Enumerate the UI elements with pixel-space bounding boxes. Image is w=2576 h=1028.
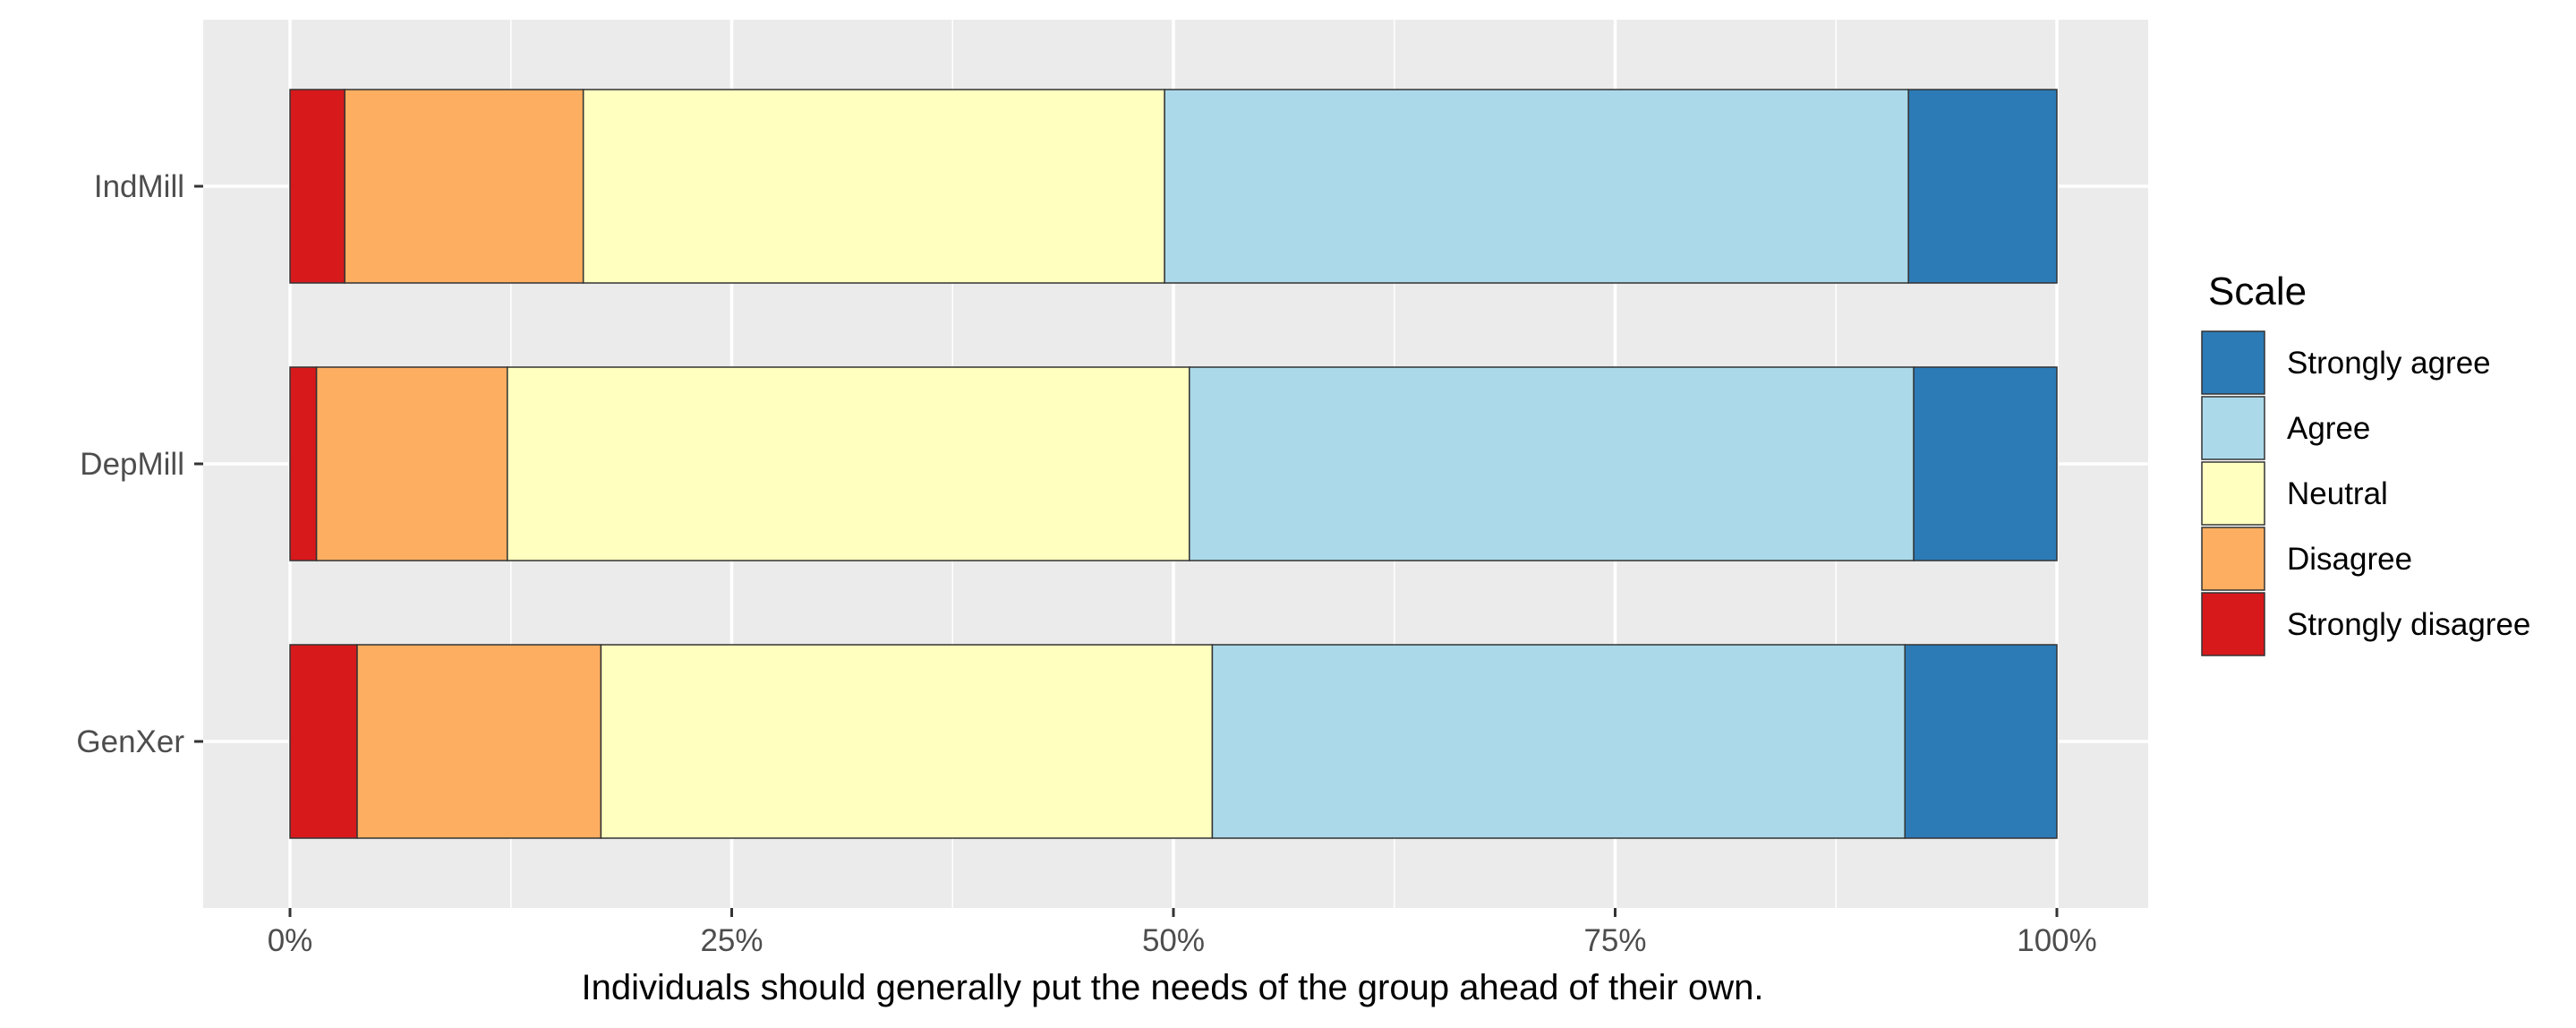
legend-key-strongly-disagree	[2201, 592, 2265, 656]
legend-label-disagree: Disagree	[2287, 542, 2412, 577]
legend-title: Scale	[2208, 270, 2307, 313]
bar-indmill-strongly-disagree	[289, 89, 345, 284]
y-tick-label: GenXer	[76, 724, 184, 759]
x-axis-title: Individuals should generally put the nee…	[582, 968, 1764, 1007]
bar-indmill-neutral	[582, 89, 1165, 284]
bar-genxer-neutral	[600, 644, 1214, 839]
legend-key-agree	[2201, 396, 2265, 460]
y-tick-label: DepMill	[80, 447, 184, 482]
bar-indmill-agree	[1164, 89, 1909, 284]
bar-genxer-disagree	[356, 644, 602, 839]
bar-genxer-strongly-disagree	[289, 644, 358, 839]
y-tick-label: IndMill	[94, 169, 184, 204]
legend-label-agree: Agree	[2287, 411, 2370, 446]
bar-indmill-disagree	[344, 89, 584, 284]
x-tick-label: 25%	[700, 923, 763, 958]
x-tick-label: 75%	[1583, 923, 1646, 958]
bar-depmill-agree	[1189, 366, 1915, 561]
bar-depmill-strongly-disagree	[289, 366, 318, 561]
x-tick-label: 50%	[1142, 923, 1205, 958]
bar-depmill-strongly-agree	[1913, 366, 2058, 561]
legend-label-strongly-agree: Strongly agree	[2287, 346, 2491, 381]
chart: IndMill DepMill GenXer 0% 25% 50% 75% 100% Ind…	[0, 0, 2576, 1024]
bar-indmill-strongly-agree	[1907, 89, 2058, 284]
legend-label-neutral: Neutral	[2287, 476, 2388, 511]
legend-key-disagree	[2201, 527, 2265, 591]
legend: Scale Strongly agree Agree Neutral Disagree…	[2201, 270, 2530, 656]
bar-depmill-neutral	[507, 366, 1190, 561]
bar-genxer-agree	[1211, 644, 1906, 839]
x-axis: 0% 25% 50% 75% 100%	[268, 908, 2097, 958]
legend-key-strongly-agree	[2201, 330, 2265, 395]
x-tick-label: 100%	[2017, 923, 2097, 958]
bar-genxer-strongly-agree	[1904, 644, 2058, 839]
bars	[289, 89, 2058, 839]
bar-depmill-disagree	[315, 366, 508, 561]
legend-label-strongly-disagree: Strongly disagree	[2287, 607, 2530, 642]
legend-key-neutral	[2201, 461, 2265, 526]
x-tick-label: 0%	[268, 923, 313, 958]
stacked-bar-chart: IndMill DepMill GenXer 0% 25% 50% 75% 100% Ind…	[76, 20, 2530, 1007]
y-axis: IndMill DepMill GenXer	[76, 169, 203, 759]
